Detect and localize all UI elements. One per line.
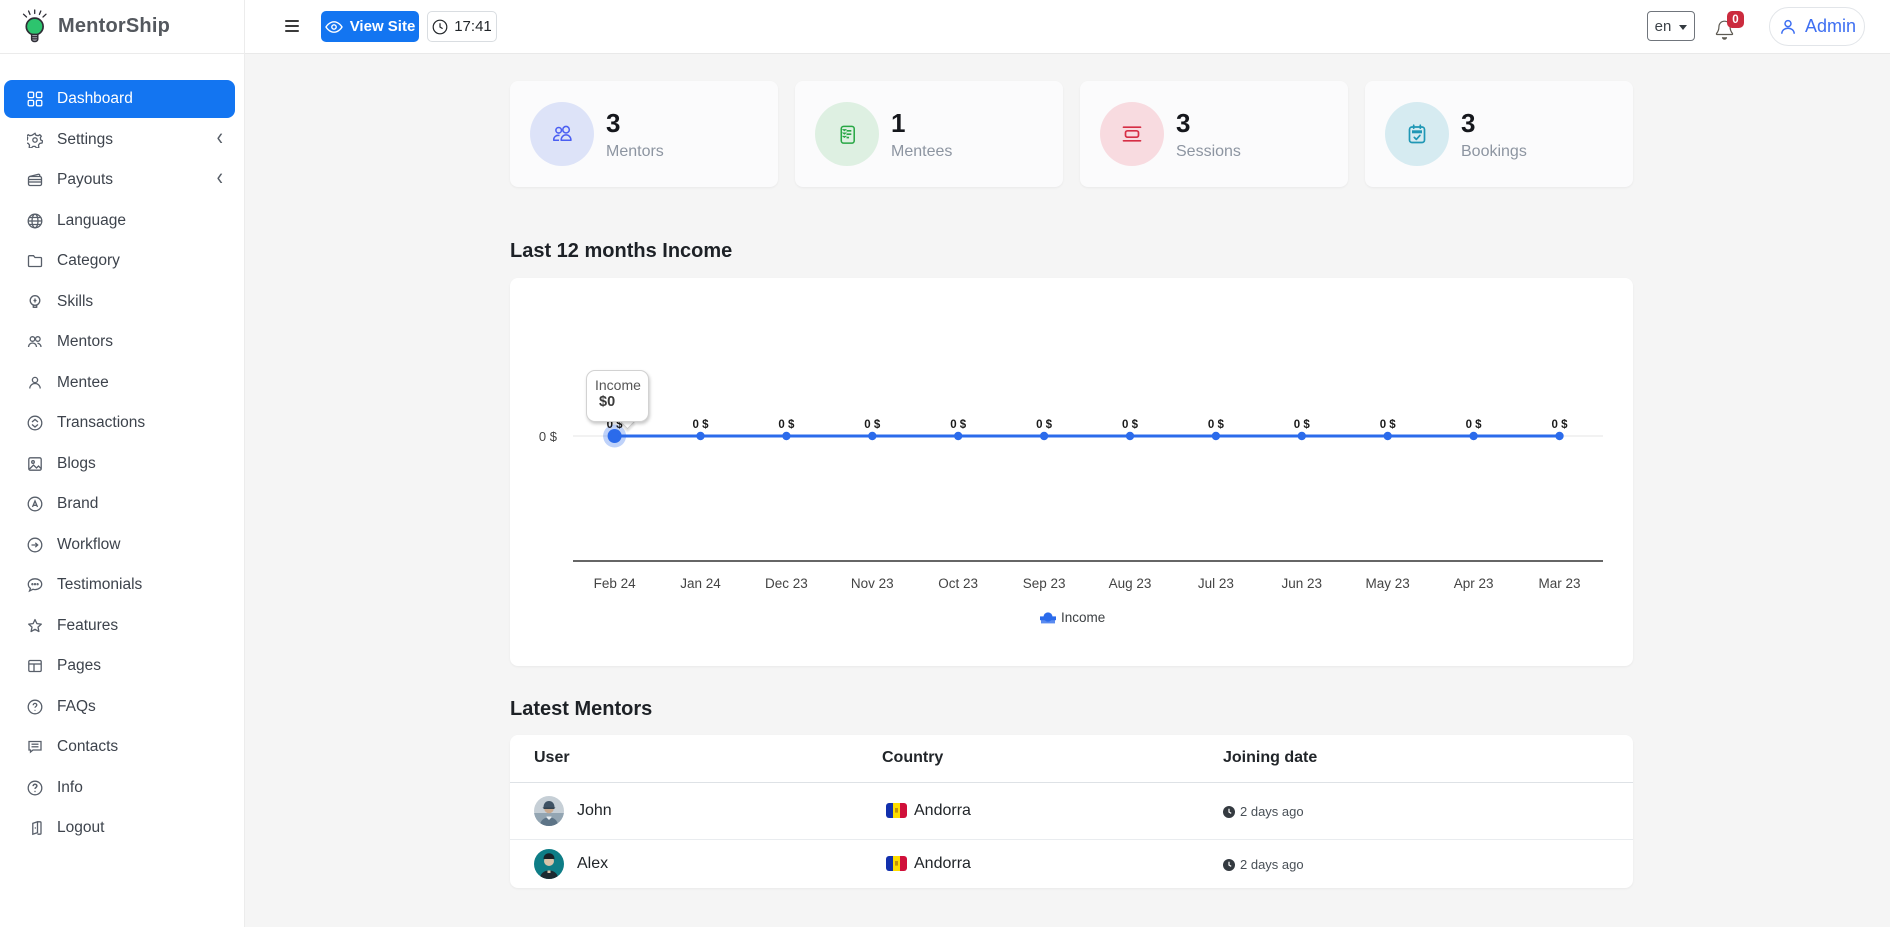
- svg-text:0 $: 0 $: [1380, 419, 1397, 431]
- svg-text:Dec 23: Dec 23: [765, 576, 808, 591]
- svg-text:Income: Income: [1061, 610, 1105, 625]
- svg-text:Nov 23: Nov 23: [851, 576, 894, 591]
- svg-text:0 $: 0 $: [1036, 419, 1053, 431]
- svg-text:Jul 23: Jul 23: [1198, 576, 1234, 591]
- svg-text:0 $: 0 $: [950, 419, 967, 431]
- svg-text:0 $: 0 $: [539, 429, 558, 444]
- svg-text:Sep 23: Sep 23: [1023, 576, 1066, 591]
- svg-text:May 23: May 23: [1366, 576, 1410, 591]
- svg-text:Feb 24: Feb 24: [594, 576, 637, 591]
- svg-text:0 $: 0 $: [1122, 419, 1139, 431]
- svg-text:0 $: 0 $: [1466, 419, 1483, 431]
- svg-text:Mar 23: Mar 23: [1538, 576, 1580, 591]
- svg-text:Jun 23: Jun 23: [1282, 576, 1323, 591]
- svg-text:Aug 23: Aug 23: [1109, 576, 1152, 591]
- svg-text:Oct 23: Oct 23: [938, 576, 978, 591]
- svg-text:0 $: 0 $: [1552, 419, 1569, 431]
- svg-text:0 $: 0 $: [1208, 419, 1225, 431]
- svg-text:0 $: 0 $: [693, 419, 710, 431]
- svg-text:Jan 24: Jan 24: [680, 576, 721, 591]
- svg-text:0 $: 0 $: [778, 419, 795, 431]
- svg-text:0 $: 0 $: [1294, 419, 1311, 431]
- svg-text:Apr 23: Apr 23: [1454, 576, 1494, 591]
- svg-text:0 $: 0 $: [864, 419, 881, 431]
